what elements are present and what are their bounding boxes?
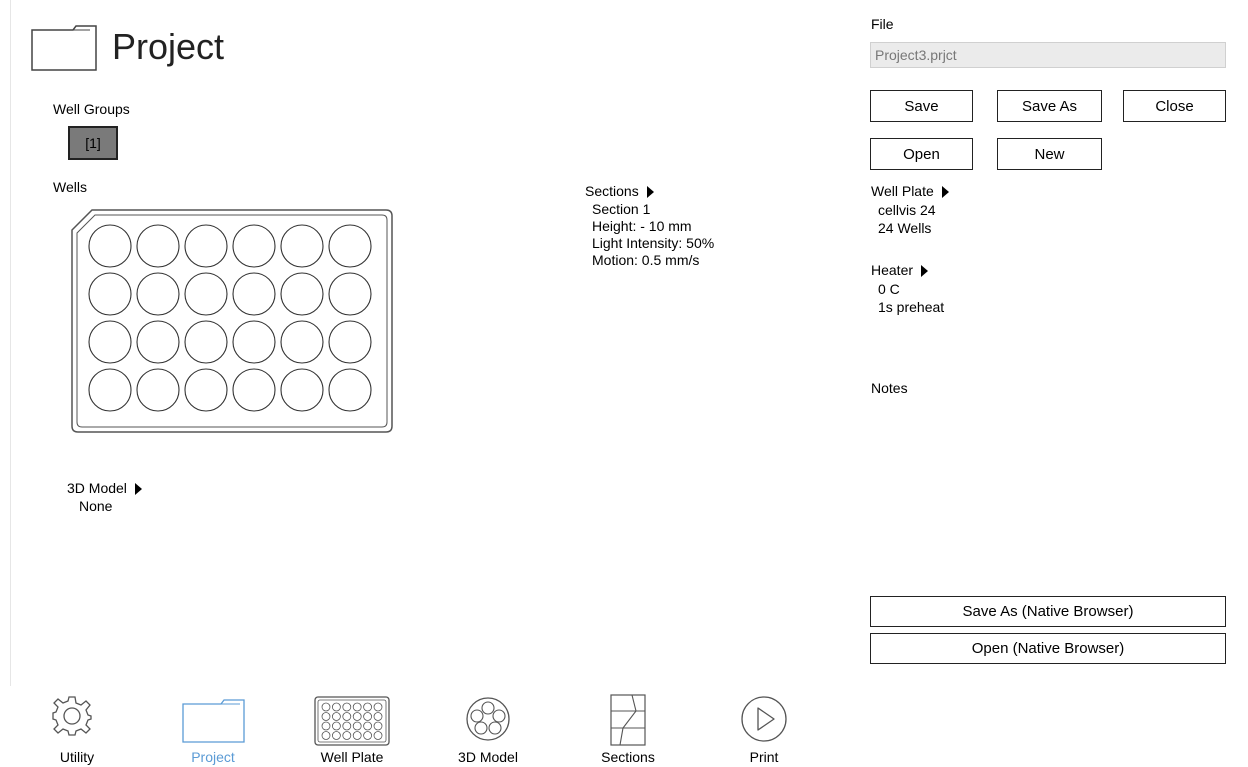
well[interactable] [88, 368, 132, 412]
model-icon [466, 697, 510, 741]
bottom-nav: Utility Project Well Plate 3D Model Sect… [0, 690, 820, 767]
sections-header: Sections [585, 183, 654, 200]
well[interactable] [280, 368, 324, 412]
well[interactable] [88, 272, 132, 316]
wells-label: Wells [53, 179, 87, 195]
well[interactable] [88, 320, 132, 364]
heater-label: Heater [871, 262, 914, 278]
model-value: None [79, 498, 113, 514]
heater-temp: 0 C [878, 281, 900, 297]
well[interactable] [184, 224, 228, 268]
well[interactable] [232, 320, 276, 364]
well[interactable] [328, 368, 372, 412]
new-button[interactable]: New [997, 138, 1102, 170]
well[interactable] [280, 272, 324, 316]
nav-label-well-plate[interactable]: Well Plate [321, 749, 384, 765]
gear-icon [52, 696, 92, 736]
model-label: 3D Model [67, 480, 127, 496]
well[interactable] [280, 224, 324, 268]
folder-icon [182, 699, 245, 743]
sections-label: Sections [585, 183, 639, 199]
file-label: File [871, 16, 894, 32]
well[interactable] [184, 320, 228, 364]
well-plate-label: Well Plate [871, 183, 934, 199]
well-plate-expand-icon[interactable] [941, 186, 949, 199]
section-line: Light Intensity: 50% [592, 235, 715, 251]
well[interactable] [184, 272, 228, 316]
heater-preheat: 1s preheat [878, 299, 945, 315]
well[interactable] [328, 224, 372, 268]
well[interactable] [184, 368, 228, 412]
sections-icon [610, 694, 646, 746]
section-line: Height: - 10 mm [592, 218, 692, 234]
nav-label-project[interactable]: Project [191, 749, 235, 765]
filename-field[interactable] [870, 42, 1226, 68]
well[interactable] [280, 320, 324, 364]
notes-label: Notes [871, 380, 908, 396]
page-title: Project [112, 26, 225, 67]
well[interactable] [136, 320, 180, 364]
nav-label-utility[interactable]: Utility [60, 749, 94, 765]
well-group-1-button[interactable]: [1] [68, 126, 118, 160]
nav-label-3d-model[interactable]: 3D Model [458, 749, 518, 765]
open-button[interactable]: Open [870, 138, 973, 170]
sections-expand-icon[interactable] [646, 186, 654, 199]
well-plate-diagram [71, 209, 393, 433]
left-divider [10, 0, 11, 686]
well[interactable] [136, 224, 180, 268]
project-folder-icon [31, 25, 97, 71]
save-as-button[interactable]: Save As [997, 90, 1102, 122]
save-as-native-button[interactable]: Save As (Native Browser) [870, 596, 1226, 627]
play-icon [741, 696, 787, 742]
well[interactable] [232, 272, 276, 316]
well[interactable] [328, 320, 372, 364]
well-plate-icon [314, 696, 390, 746]
well-plate-count: 24 Wells [878, 220, 932, 236]
save-button[interactable]: Save [870, 90, 973, 122]
open-native-button[interactable]: Open (Native Browser) [870, 633, 1226, 664]
well[interactable] [136, 368, 180, 412]
well-plate-name: cellvis 24 [878, 202, 936, 218]
heater-expand-icon[interactable] [921, 265, 929, 278]
nav-label-sections[interactable]: Sections [601, 749, 655, 765]
section-line: Motion: 0.5 mm/s [592, 252, 700, 268]
section-line: Section 1 [592, 201, 651, 217]
well[interactable] [136, 272, 180, 316]
heater-header: Heater [871, 262, 929, 279]
model-expand-icon[interactable] [134, 483, 142, 496]
well-plate-header: Well Plate [871, 183, 949, 200]
model-header: 3D Model [67, 480, 142, 497]
nav-label-print[interactable]: Print [750, 749, 779, 765]
well[interactable] [88, 224, 132, 268]
well[interactable] [328, 272, 372, 316]
well[interactable] [232, 368, 276, 412]
well[interactable] [232, 224, 276, 268]
well-groups-label: Well Groups [53, 101, 130, 117]
close-button[interactable]: Close [1123, 90, 1226, 122]
